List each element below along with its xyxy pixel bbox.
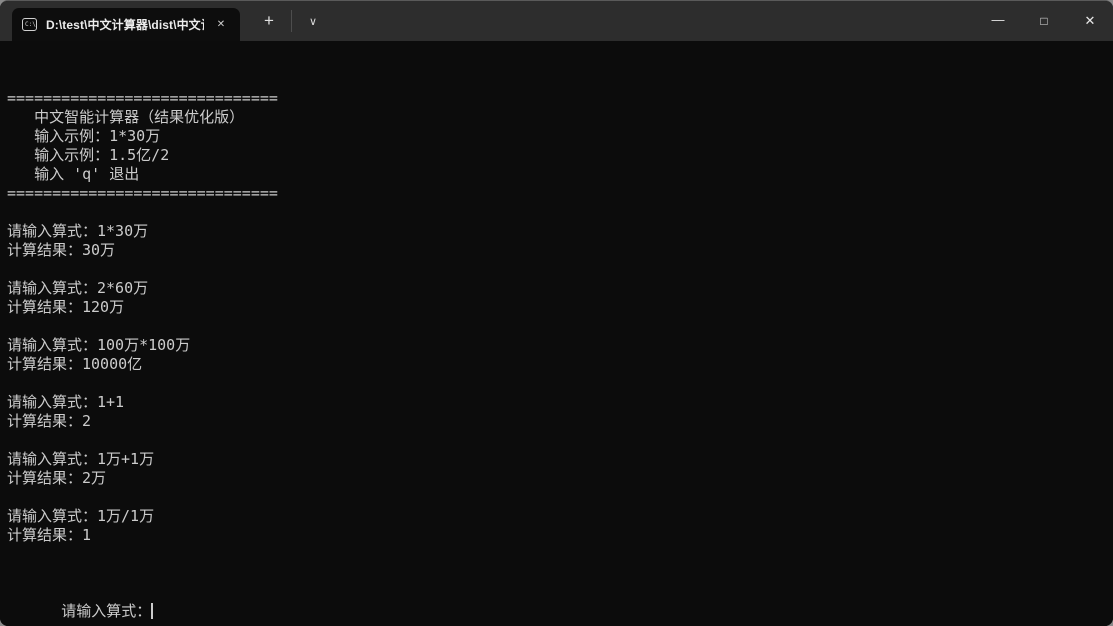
maximize-icon: □ [1040,14,1047,28]
text-cursor [151,603,153,619]
minimize-button[interactable]: — [975,1,1021,41]
cmd-icon: C:\ [22,18,37,31]
titlebar[interactable]: C:\ D:\test\中文计算器\dist\中文计 ✕ + ∨ — □ ✕ [0,1,1113,41]
close-icon: ✕ [1085,13,1096,29]
terminal-window: C:\ D:\test\中文计算器\dist\中文计 ✕ + ∨ — □ ✕ =… [0,0,1113,626]
tab-close-icon[interactable]: ✕ [212,16,230,34]
terminal-output: ============================== 中文智能计算器（结… [7,89,1105,545]
prompt-text: 请输入算式： [61,602,151,620]
maximize-button[interactable]: □ [1021,1,1067,41]
titlebar-divider [291,10,292,32]
chevron-down-icon[interactable]: ∨ [299,7,327,35]
titlebar-drag-region[interactable] [327,1,975,41]
prompt-line: 请输入算式： [7,583,1105,626]
tab-active[interactable]: C:\ D:\test\中文计算器\dist\中文计 ✕ [12,8,240,41]
tab-title: D:\test\中文计算器\dist\中文计 [46,16,204,33]
minimize-icon: — [992,12,1005,27]
new-tab-button[interactable]: + [254,7,284,35]
close-button[interactable]: ✕ [1067,1,1113,41]
terminal-screen[interactable]: ============================== 中文智能计算器（结… [0,41,1113,626]
